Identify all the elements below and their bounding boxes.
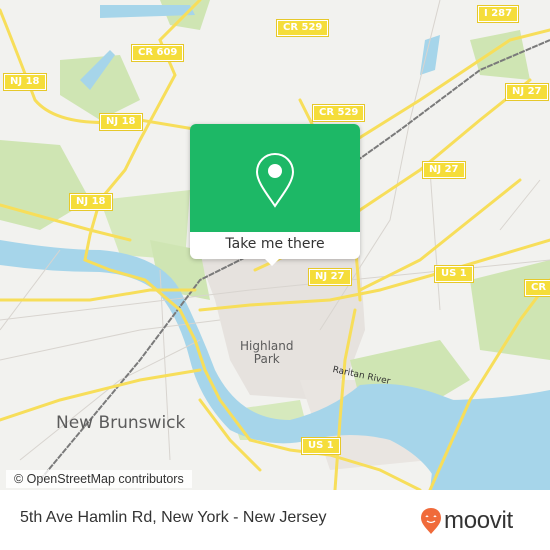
moovit-logo[interactable]: moovit (420, 506, 513, 536)
popup-pointer (264, 258, 280, 266)
popup-header (190, 124, 360, 232)
road-shield-cr-529: CR 529 (311, 104, 366, 122)
place-label-highland-park: Highland Park (240, 339, 294, 366)
road-shield-nj-27: NJ 27 (308, 268, 352, 286)
road-shield-cr-609: CR 609 (130, 44, 185, 62)
footer-bar: 5th Ave Hamlin Rd, New York - New Jersey… (0, 490, 550, 550)
location-title: 5th Ave Hamlin Rd, New York - New Jersey (20, 509, 327, 526)
map-attribution[interactable]: © OpenStreetMap contributors (6, 470, 192, 488)
place-label-new-brunswick: New Brunswick (56, 413, 186, 433)
road-shield-nj-27: NJ 27 (505, 83, 549, 101)
road-shield-cr: CR (523, 279, 550, 297)
map[interactable]: CR 609 NJ 18 NJ 18 NJ 18 CR 529 CR 529 I… (0, 0, 550, 492)
location-popup: Take me there (190, 124, 360, 266)
take-me-there-button[interactable]: Take me there (190, 232, 360, 259)
map-pin-icon (255, 152, 295, 208)
road-shield-nj-18: NJ 18 (69, 193, 113, 211)
road-shield-nj-18: NJ 18 (3, 73, 47, 91)
moovit-pin-icon (421, 508, 441, 534)
road-shield-cr-529: CR 529 (275, 19, 330, 37)
bay-water (430, 390, 550, 490)
road-shield-nj-27: NJ 27 (422, 161, 466, 179)
road-shield-us-1: US 1 (434, 265, 474, 283)
road-shield-nj-18: NJ 18 (99, 113, 143, 131)
road-shield-us-1: US 1 (301, 437, 341, 455)
road-shield-i-287: I 287 (476, 5, 520, 23)
moovit-wordmark: moovit (444, 507, 513, 534)
